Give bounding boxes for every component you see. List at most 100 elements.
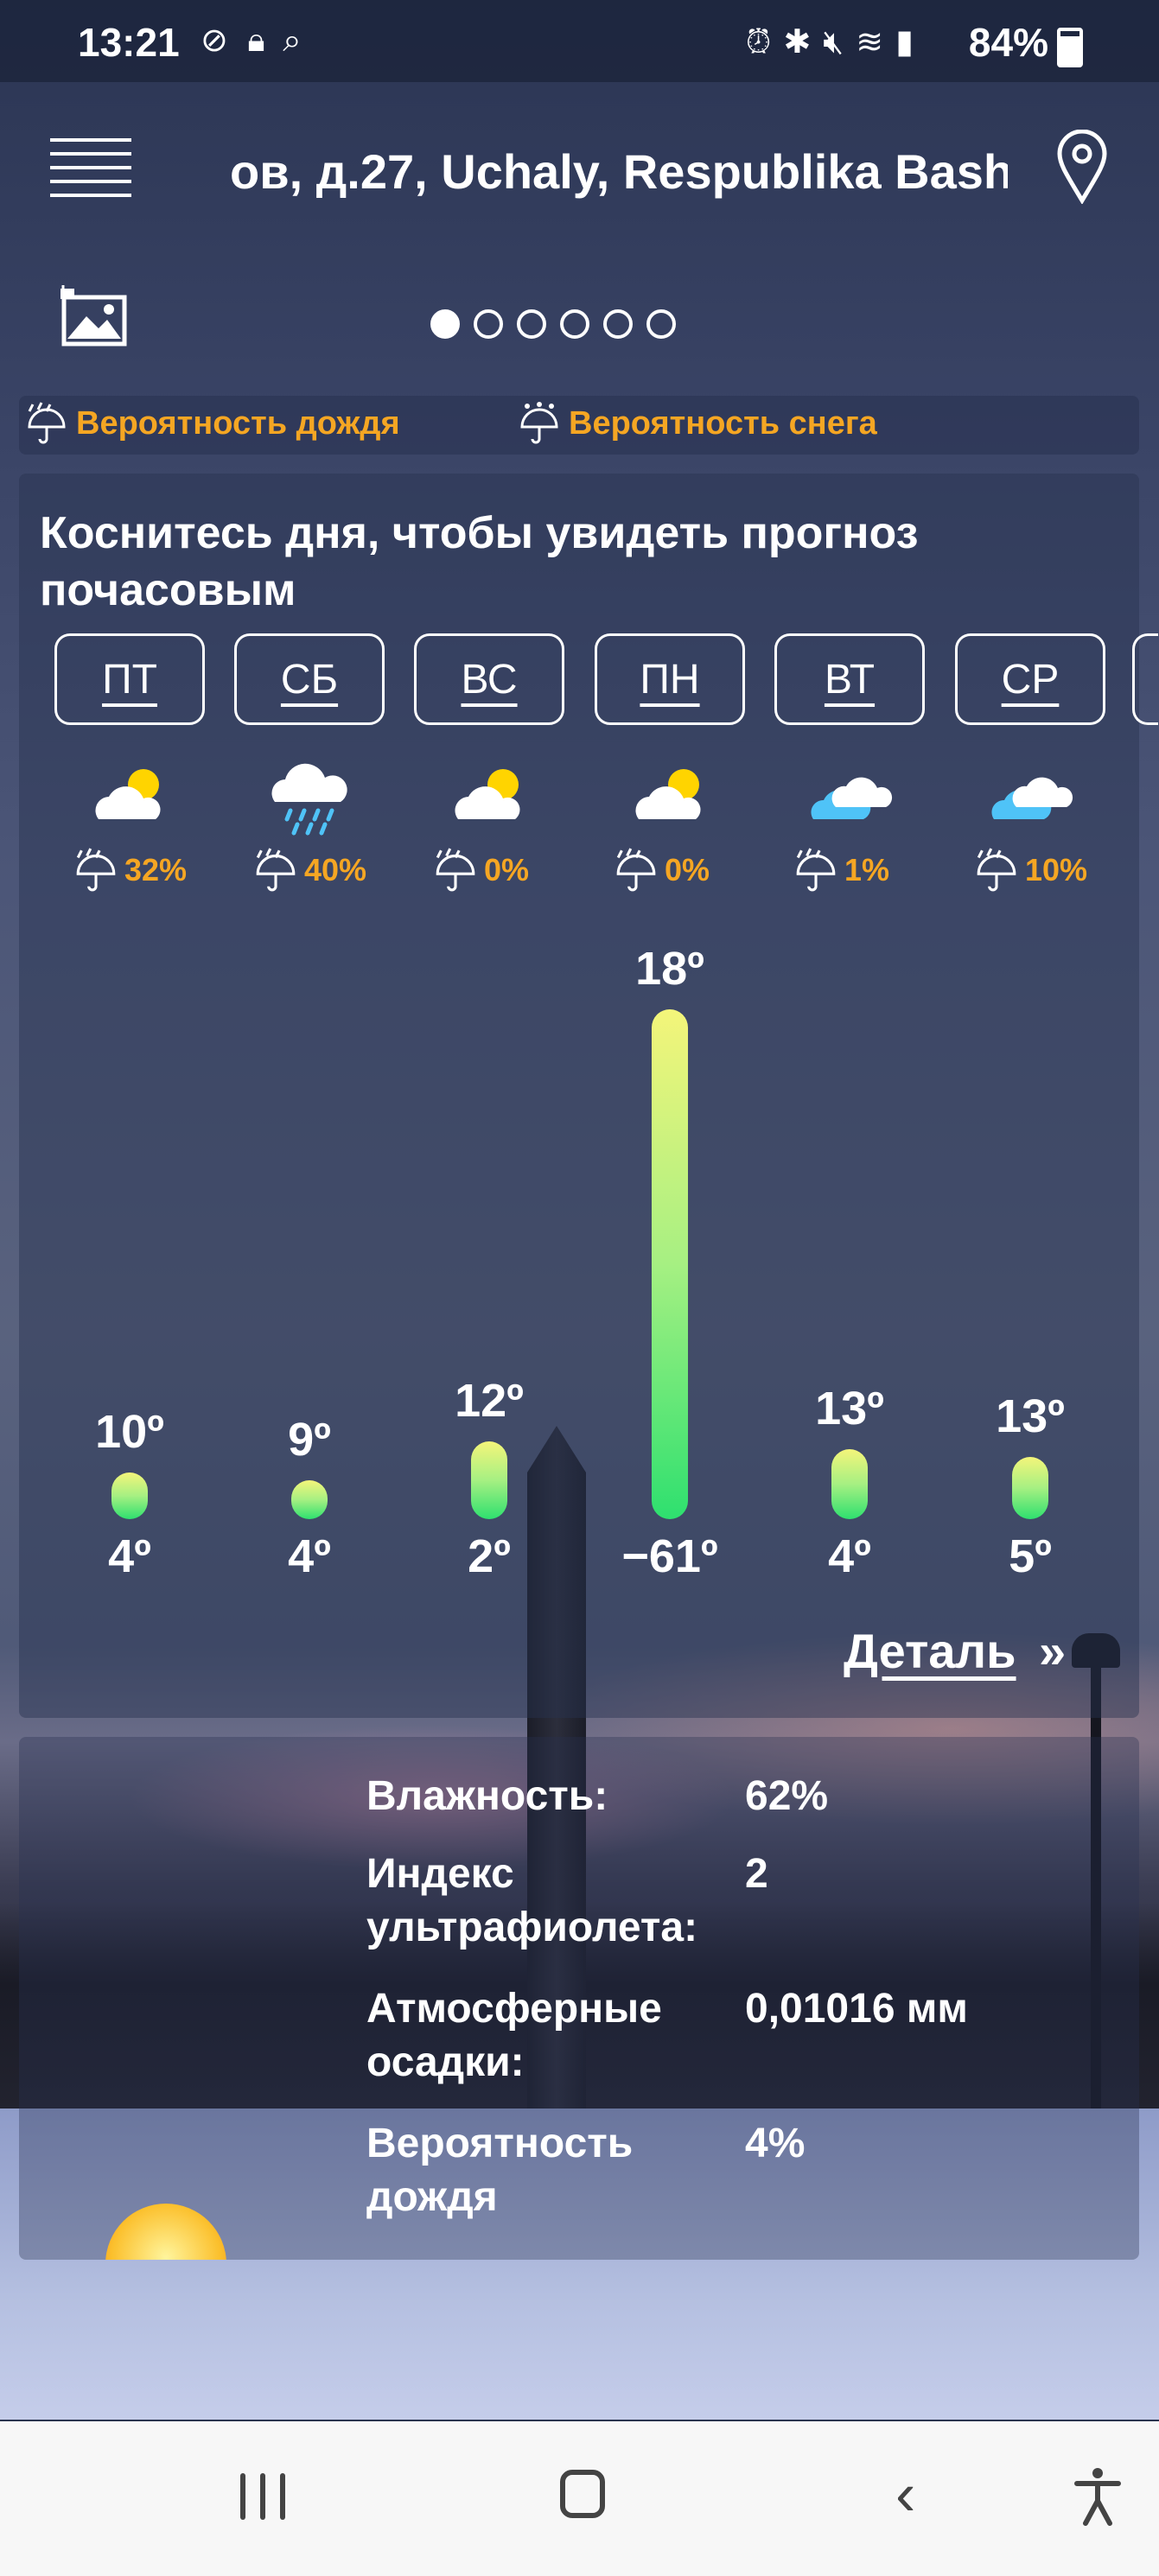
rain-probability-value: 10% xyxy=(1025,852,1088,887)
location-pin-icon[interactable] xyxy=(1056,130,1108,204)
detail-value: 2 xyxy=(745,1851,768,1897)
min-temperature: 2º xyxy=(468,1530,511,1582)
umbrella-rain-icon xyxy=(28,402,66,444)
cloudy-icon xyxy=(991,777,1073,819)
temperature-range-bar xyxy=(1012,1457,1048,1519)
rain-legend: Вероятность дождя xyxy=(24,401,400,446)
temperature-range-bar xyxy=(111,1472,148,1519)
sun-icon xyxy=(105,2204,226,2260)
detail-label: Влажность: xyxy=(366,1773,608,1819)
menu-icon[interactable] xyxy=(50,138,131,199)
status-left-icons: ⊘ 🔒︎ ⌕ xyxy=(201,21,301,60)
alarm-icon: ⏰︎ xyxy=(745,24,784,60)
detail-label: Вероятность дождя xyxy=(366,2121,634,2220)
app-notification-icon: ⊘ xyxy=(201,22,228,59)
partly-cloudy-day-icon xyxy=(635,769,701,819)
location-address[interactable]: ов, д.27, Uchaly, Respublika Bashkortost… xyxy=(230,143,1008,200)
page-dot[interactable] xyxy=(474,309,503,339)
rain-probability-value: 32% xyxy=(124,852,188,887)
umbrella-rain-icon xyxy=(796,848,836,892)
page-dot[interactable] xyxy=(430,309,460,339)
rain-probability: 32% xyxy=(73,847,187,894)
umbrella-rain-icon xyxy=(436,848,475,892)
rain-probability: 0% xyxy=(613,847,710,894)
page-dot[interactable] xyxy=(603,309,633,339)
search-icon: ⌕ xyxy=(283,22,302,59)
min-temperature: −61º xyxy=(621,1530,718,1582)
wifi-icon: ≋ xyxy=(856,24,896,60)
min-temperature: 4º xyxy=(108,1530,151,1582)
umbrella-rain-icon xyxy=(76,848,116,892)
detail-value: 0,01016 мм xyxy=(745,1986,968,2032)
rain-cloud-icon xyxy=(271,763,347,836)
rain-probability-value: 0% xyxy=(484,852,530,887)
cloudy-icon xyxy=(811,777,893,819)
bluetooth-icon: ✱ xyxy=(783,24,824,60)
status-bar: 13:21 ⊘ 🔒︎ ⌕ ⏰︎✱🔇︎≋▮ 84% xyxy=(0,0,1159,82)
max-temperature: 9º xyxy=(288,1414,331,1466)
battery-fill xyxy=(1060,36,1079,64)
detail-value: 4% xyxy=(745,2121,806,2166)
day-tab[interactable]: СБ xyxy=(234,633,385,725)
temperature-range-bar xyxy=(831,1449,868,1519)
partly-cloudy-day-icon xyxy=(95,769,161,819)
detail-link[interactable]: Деталь xyxy=(844,1623,1016,1679)
page-dot[interactable] xyxy=(646,309,676,339)
back-icon[interactable]: ‹ xyxy=(895,2464,915,2524)
temperature-range-bar xyxy=(291,1480,328,1519)
page-dot[interactable] xyxy=(560,309,589,339)
day-tab[interactable]: ПТ xyxy=(54,633,205,725)
max-temperature: 12º xyxy=(455,1375,524,1427)
recent-apps-icon[interactable] xyxy=(240,2473,285,2520)
max-temperature: 10º xyxy=(95,1406,164,1458)
battery-level: 84% xyxy=(968,20,1048,65)
min-temperature: 5º xyxy=(1009,1530,1052,1582)
forecast-hint: Коснитесь дня, чтобы увидеть прогноз поч… xyxy=(40,508,919,615)
min-temperature: 4º xyxy=(828,1530,871,1582)
snow-legend: Вероятность снега xyxy=(517,401,877,446)
current-details-panel: Влажность: 62% Индекс ультрафиолета: 2 Атмос… xyxy=(19,1737,1139,2260)
status-time: 13:21 xyxy=(78,20,180,65)
daily-forecast-panel: Коснитесь дня, чтобы увидеть прогноз поч… xyxy=(19,474,1158,1718)
partly-cloudy-day-icon xyxy=(455,769,520,819)
system-navigation-bar: ‹ xyxy=(0,2421,1159,2576)
page-dot[interactable] xyxy=(517,309,546,339)
signal-icon: ▮ xyxy=(895,24,926,60)
rain-probability: 40% xyxy=(252,847,366,894)
detail-value: 62% xyxy=(745,1773,829,1819)
battery-icon xyxy=(1057,28,1083,67)
day-tab[interactable]: СР xyxy=(955,633,1105,725)
home-icon[interactable] xyxy=(560,2470,605,2518)
rain-probability-value: 1% xyxy=(844,852,890,887)
background-image-icon[interactable] xyxy=(59,285,128,347)
max-temperature: 13º xyxy=(815,1383,884,1434)
rain-probability: 10% xyxy=(973,847,1087,894)
page-indicator xyxy=(430,309,676,339)
detail-label: Атмосферные осадки: xyxy=(366,1986,662,2085)
day-tab-peek[interactable] xyxy=(1132,633,1158,725)
temperature-range-bar xyxy=(652,1009,688,1519)
umbrella-rain-icon xyxy=(977,848,1016,892)
lock-icon: 🔒︎ xyxy=(247,22,265,59)
rain-probability-value: 0% xyxy=(665,852,710,887)
rain-legend-label: Вероятность дождя xyxy=(76,404,400,442)
mute-icon: 🔇︎ xyxy=(823,24,857,60)
day-tab[interactable]: ВТ xyxy=(774,633,925,725)
rain-probability-value: 40% xyxy=(304,852,367,887)
accessibility-icon[interactable] xyxy=(1072,2466,1124,2527)
snow-legend-label: Вероятность снега xyxy=(569,404,877,442)
umbrella-rain-icon xyxy=(256,848,296,892)
day-tab[interactable]: ВС xyxy=(414,633,564,725)
double-chevron-right-icon[interactable]: » xyxy=(1039,1623,1066,1679)
temperature-range-bar xyxy=(471,1441,507,1519)
rain-probability: 1% xyxy=(793,847,889,894)
max-temperature: 18º xyxy=(635,943,704,995)
status-right-icons: ⏰︎✱🔇︎≋▮ xyxy=(746,22,926,61)
precipitation-legend: Вероятность дождя Вероятность снега xyxy=(19,396,1139,455)
detail-label: Индекс ультрафиолета: xyxy=(366,1851,698,1950)
rain-probability: 0% xyxy=(432,847,529,894)
min-temperature: 4º xyxy=(288,1530,331,1582)
day-tab[interactable]: ПН xyxy=(595,633,745,725)
umbrella-snow-icon xyxy=(520,402,558,444)
max-temperature: 13º xyxy=(996,1390,1065,1442)
